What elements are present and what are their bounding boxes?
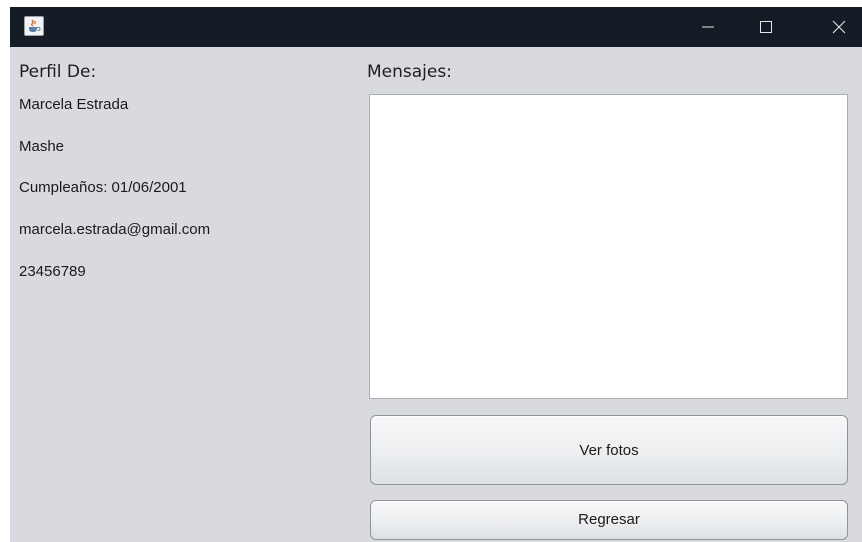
java-cup-icon bbox=[24, 16, 44, 36]
messages-text-area[interactable] bbox=[369, 94, 848, 399]
minimize-button[interactable] bbox=[685, 7, 731, 47]
profile-name: Marcela Estrada bbox=[19, 96, 129, 113]
profile-phone: 23456789 bbox=[19, 263, 86, 280]
messages-heading: Mensajes: bbox=[367, 62, 452, 82]
title-bar bbox=[10, 7, 862, 47]
back-button[interactable]: Regresar bbox=[370, 500, 848, 540]
view-photos-label: Ver fotos bbox=[579, 441, 639, 459]
close-button[interactable] bbox=[816, 7, 862, 47]
profile-window: Perfil De: Marcela Estrada Mashe Cumplea… bbox=[10, 7, 862, 542]
profile-nickname: Mashe bbox=[19, 138, 65, 155]
close-icon bbox=[832, 20, 846, 34]
profile-birthday: Cumpleaños: 01/06/2001 bbox=[19, 179, 187, 196]
maximize-button[interactable] bbox=[743, 7, 789, 47]
maximize-icon bbox=[760, 21, 772, 33]
profile-heading: Perfil De: bbox=[19, 62, 97, 82]
view-photos-button[interactable]: Ver fotos bbox=[370, 415, 848, 485]
minimize-icon bbox=[702, 26, 714, 28]
back-label: Regresar bbox=[578, 511, 640, 528]
profile-email: marcela.estrada@gmail.com bbox=[19, 221, 211, 238]
